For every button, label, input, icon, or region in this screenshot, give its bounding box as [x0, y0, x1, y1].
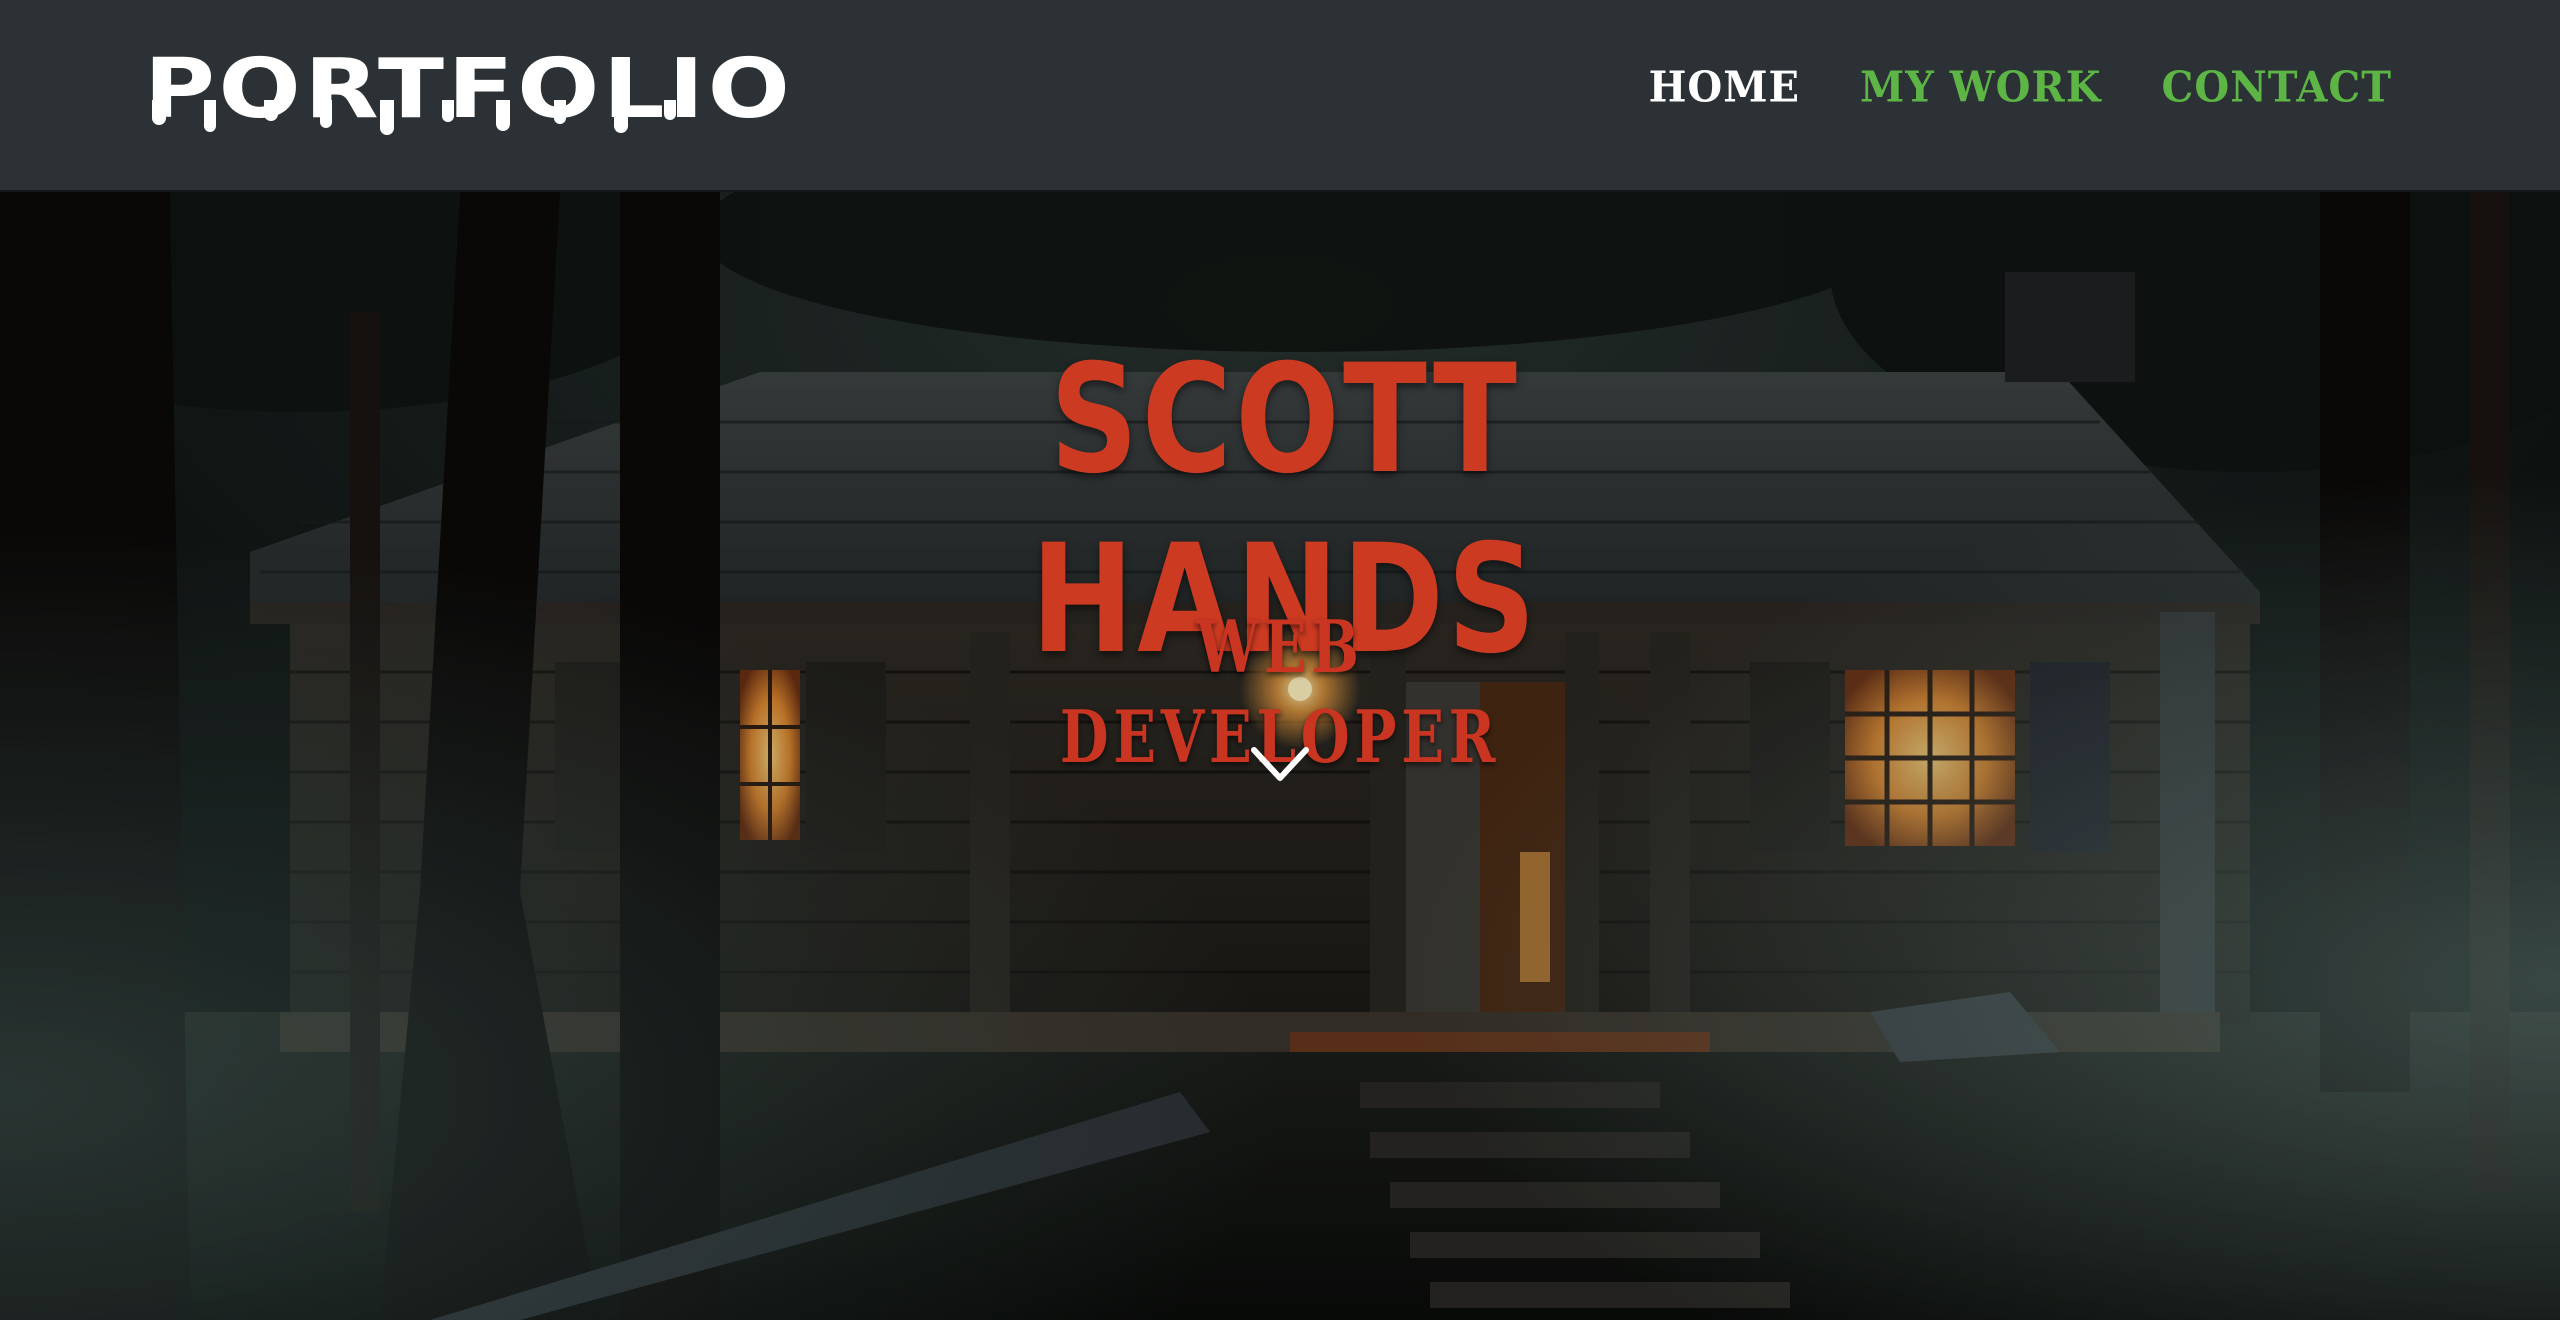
page: PORTFOLIO HOME MY WORK CONTACT SCOTT HAN… — [0, 0, 2560, 1320]
nav-home-link[interactable]: HOME — [1649, 57, 1800, 120]
nav-my-work-link[interactable]: MY WORK — [1860, 57, 2102, 120]
nav-contact-link[interactable]: CONTACT — [2162, 57, 2392, 120]
chevron-down-icon[interactable] — [1248, 740, 1312, 788]
hero-subtitle: WEB DEVELOPER — [1059, 604, 1501, 779]
brand-drip-decoration — [152, 100, 676, 135]
main-nav: HOME MY WORK CONTACT — [1649, 58, 2392, 118]
hero-section: SCOTT HANDS WEB DEVELOPER — [0, 192, 2560, 1320]
hero-title: SCOTT HANDS — [1030, 333, 1540, 687]
navbar: PORTFOLIO HOME MY WORK CONTACT — [0, 0, 2560, 192]
